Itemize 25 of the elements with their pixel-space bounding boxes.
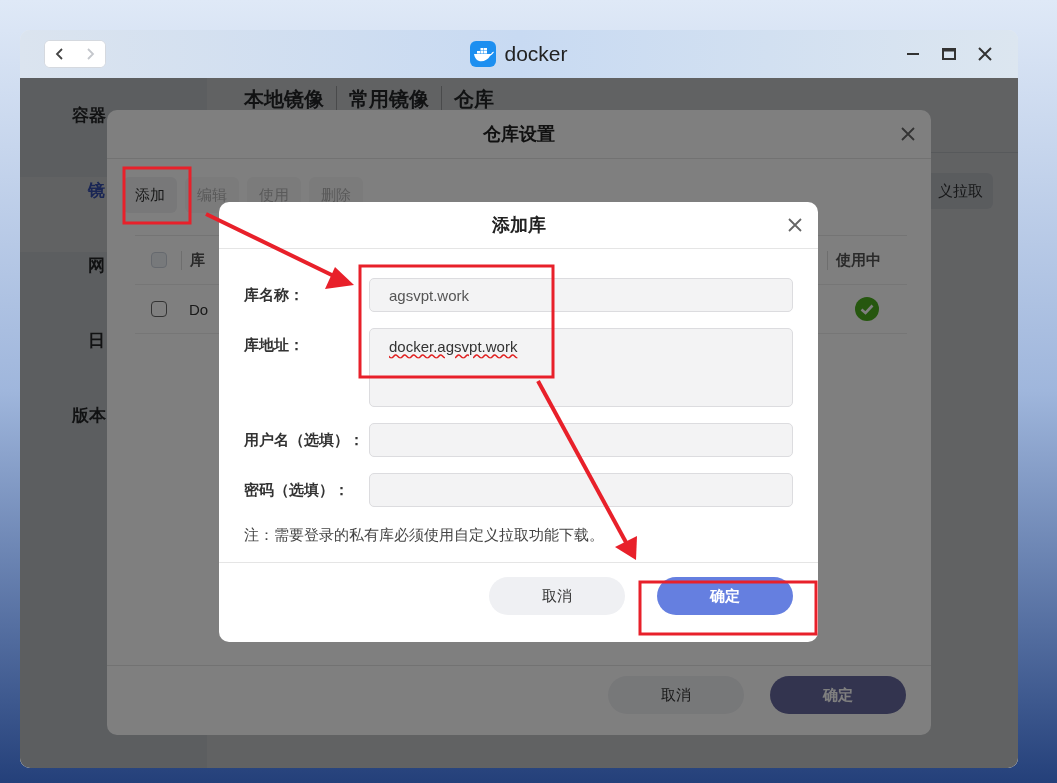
toolbar-button[interactable]: 添加 — [123, 177, 177, 213]
close-icon[interactable] — [976, 45, 994, 63]
maximize-icon[interactable] — [940, 45, 958, 63]
tab[interactable]: 仓库 — [442, 86, 506, 113]
address-field[interactable]: docker.agsvpt.work — [369, 328, 793, 407]
input-field[interactable] — [369, 423, 793, 457]
table-cell-text: Do — [188, 300, 210, 318]
note-text: 注：需要登录的私有库必须使用自定义拉取功能下载。 — [243, 526, 605, 545]
cancel-button[interactable]: 取消 — [608, 676, 744, 714]
field-label: 密码（选填）： — [244, 480, 350, 500]
dialog-title: 添加库 — [491, 214, 546, 237]
whale-logo-icon — [470, 41, 497, 67]
dialog-title: 仓库设置 — [483, 123, 555, 146]
field-label: 库名称： — [244, 285, 305, 305]
cancel-button[interactable]: 取消 — [489, 577, 625, 615]
field-label: 用户名（选填）： — [244, 430, 365, 450]
input-field[interactable]: agsvpt.work — [369, 278, 793, 312]
highlight-box — [122, 166, 192, 225]
confirm-button[interactable]: 确定 — [770, 676, 906, 714]
field-label: 库地址： — [244, 335, 305, 355]
checkbox[interactable] — [151, 301, 167, 317]
column-header: 使用中 — [827, 250, 907, 270]
input-field[interactable] — [369, 473, 793, 507]
window-title: docker — [504, 42, 568, 66]
close-icon[interactable] — [786, 216, 804, 234]
